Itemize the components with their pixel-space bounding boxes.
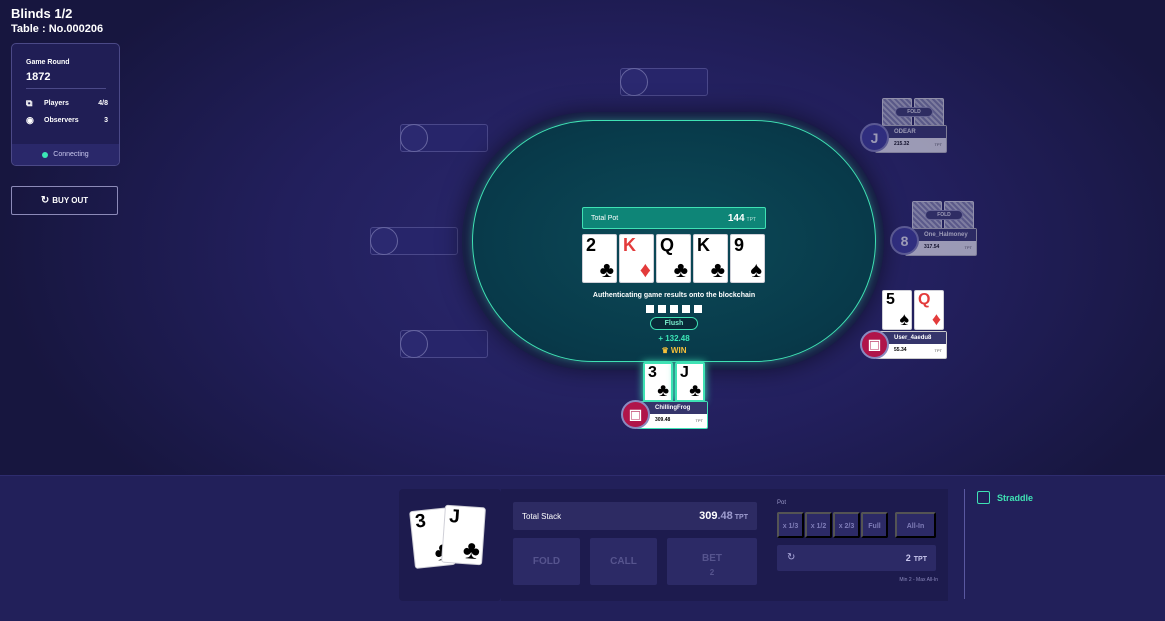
player-card-1: 3 ♣ <box>643 362 673 402</box>
stack-value: 309.48 TPT <box>699 510 748 522</box>
player-stack: 55.34 <box>894 347 907 353</box>
straddle-label[interactable]: Straddle <box>997 493 1033 503</box>
player-card-2: Q ♦ <box>914 290 944 330</box>
observers-value: 3 <box>104 117 108 124</box>
game-info-panel: Game Round 1872 ⧉ Players 4/8 ◉ Observer… <box>11 43 120 166</box>
connection-text: Connecting <box>53 151 89 158</box>
pot-unit: TPT <box>746 217 756 223</box>
seat-avatar-placeholder <box>370 227 398 255</box>
progress-dot <box>670 305 678 313</box>
win-text: WIN <box>670 346 687 355</box>
win-label: ♛ WIN <box>640 346 708 355</box>
avatar: ▣ <box>621 400 650 429</box>
connection-status: Connecting <box>12 144 119 165</box>
stack-label: Total Stack <box>522 512 562 521</box>
bet-button[interactable]: BET 2 <box>667 538 757 585</box>
stack-dec: .48 <box>717 510 733 522</box>
call-button[interactable]: CALL <box>590 538 657 585</box>
player-stack: 309.48 <box>655 417 671 423</box>
table-number: Table : No.000206 <box>11 23 104 35</box>
all-in-button[interactable]: All-In <box>895 512 936 538</box>
empty-seat-top[interactable] <box>620 68 708 96</box>
bet-range: Min 2 - Max All-In <box>899 577 938 583</box>
seat-avatar-placeholder <box>620 68 648 96</box>
buy-out-button[interactable]: ↻ BUY OUT <box>11 186 118 215</box>
players-label: Players <box>44 100 69 107</box>
hand-name-badge: Flush <box>650 317 698 330</box>
empty-seat-left-1[interactable] <box>400 124 488 152</box>
community-card-1: 2 ♣ <box>582 234 617 283</box>
community-card-4: K ♣ <box>693 234 728 283</box>
fold-tag: FOLD <box>925 210 963 220</box>
pot-sizing-label: Pot <box>777 500 787 506</box>
empty-seat-left-2[interactable] <box>370 227 458 255</box>
avatar-cube-icon: ▣ <box>628 406 643 422</box>
refresh-icon: ↻ <box>787 552 796 563</box>
pot-third-button[interactable]: x 1/3 <box>777 512 804 538</box>
pot-label: Total Pot <box>591 215 619 222</box>
player-stack: 317.54 <box>924 244 940 250</box>
avatar-cube-icon: ▣ <box>867 336 882 352</box>
pot-value: 144 TPT <box>728 213 756 224</box>
avatar: J <box>860 123 889 152</box>
player-stack: 215.32 <box>894 141 910 147</box>
community-card-2: K ♦ <box>619 234 654 283</box>
observers-row: ◉ Observers 3 <box>26 115 108 127</box>
amount-value: 2 TPT <box>906 553 927 563</box>
buy-out-label: BUY OUT <box>52 196 89 205</box>
status-dot-icon <box>42 151 49 158</box>
player-unit: TPT <box>934 348 942 353</box>
total-pot: Total Pot 144 TPT <box>582 207 766 229</box>
avatar: 8 <box>890 226 919 255</box>
round-value: 1872 <box>26 71 51 83</box>
blockchain-status: Authenticating game results onto the blo… <box>592 292 756 299</box>
player-card-2: J ♣ <box>675 362 705 402</box>
bet-amount: 2 <box>709 567 715 577</box>
progress-dot <box>694 305 702 313</box>
amount-unit: TPT <box>913 556 927 563</box>
crown-icon: ♛ <box>661 346 669 355</box>
pot-two-thirds-button[interactable]: x 2/3 <box>833 512 860 538</box>
divider <box>964 489 965 599</box>
empty-seat-left-3[interactable] <box>400 330 488 358</box>
round-label: Game Round <box>26 59 70 66</box>
players-icon: ⧉ <box>26 98 33 108</box>
total-stack: Total Stack 309.48 TPT <box>513 502 757 530</box>
eye-icon: ◉ <box>26 115 34 125</box>
blinds-title: Blinds 1/2 <box>11 6 73 21</box>
bet-amount-input[interactable]: ↻ 2 TPT <box>777 545 936 571</box>
exit-icon: ↻ <box>40 195 50 206</box>
stack-unit: TPT <box>734 514 748 521</box>
avatar: ▣ <box>860 330 889 359</box>
player-unit: TPT <box>934 142 942 147</box>
amount-number: 2 <box>905 553 911 563</box>
progress-dot <box>658 305 666 313</box>
seat-avatar-placeholder <box>400 330 428 358</box>
player-card-1: 5 ♠ <box>882 290 912 330</box>
pot-amount: 144 <box>727 213 745 224</box>
my-card-2: J ♣ <box>441 504 486 566</box>
pot-half-button[interactable]: x 1/2 <box>805 512 832 538</box>
community-card-5: 9 ♠ <box>730 234 765 283</box>
fold-tag: FOLD <box>895 107 933 117</box>
stack-int: 309 <box>699 510 718 522</box>
win-amount: + 132.48 <box>658 334 690 343</box>
progress-dot <box>682 305 690 313</box>
players-row: ⧉ Players 4/8 <box>26 98 108 110</box>
game-stage: Blinds 1/2 Table : No.000206 Game Round … <box>0 0 1165 475</box>
players-value: 4/8 <box>98 100 108 107</box>
seat-avatar-placeholder <box>400 124 428 152</box>
community-card-3: Q ♣ <box>656 234 691 283</box>
progress-dot <box>646 305 654 313</box>
straddle-checkbox[interactable] <box>977 491 990 504</box>
bet-label: BET <box>702 552 722 564</box>
divider <box>26 88 106 89</box>
player-unit: TPT <box>964 245 972 250</box>
fold-button[interactable]: FOLD <box>513 538 580 585</box>
observers-label: Observers <box>44 117 79 124</box>
pot-full-button[interactable]: Full <box>861 512 888 538</box>
my-hand-panel: 3♣ J♣ <box>399 489 501 601</box>
player-unit: TPT <box>695 418 703 423</box>
